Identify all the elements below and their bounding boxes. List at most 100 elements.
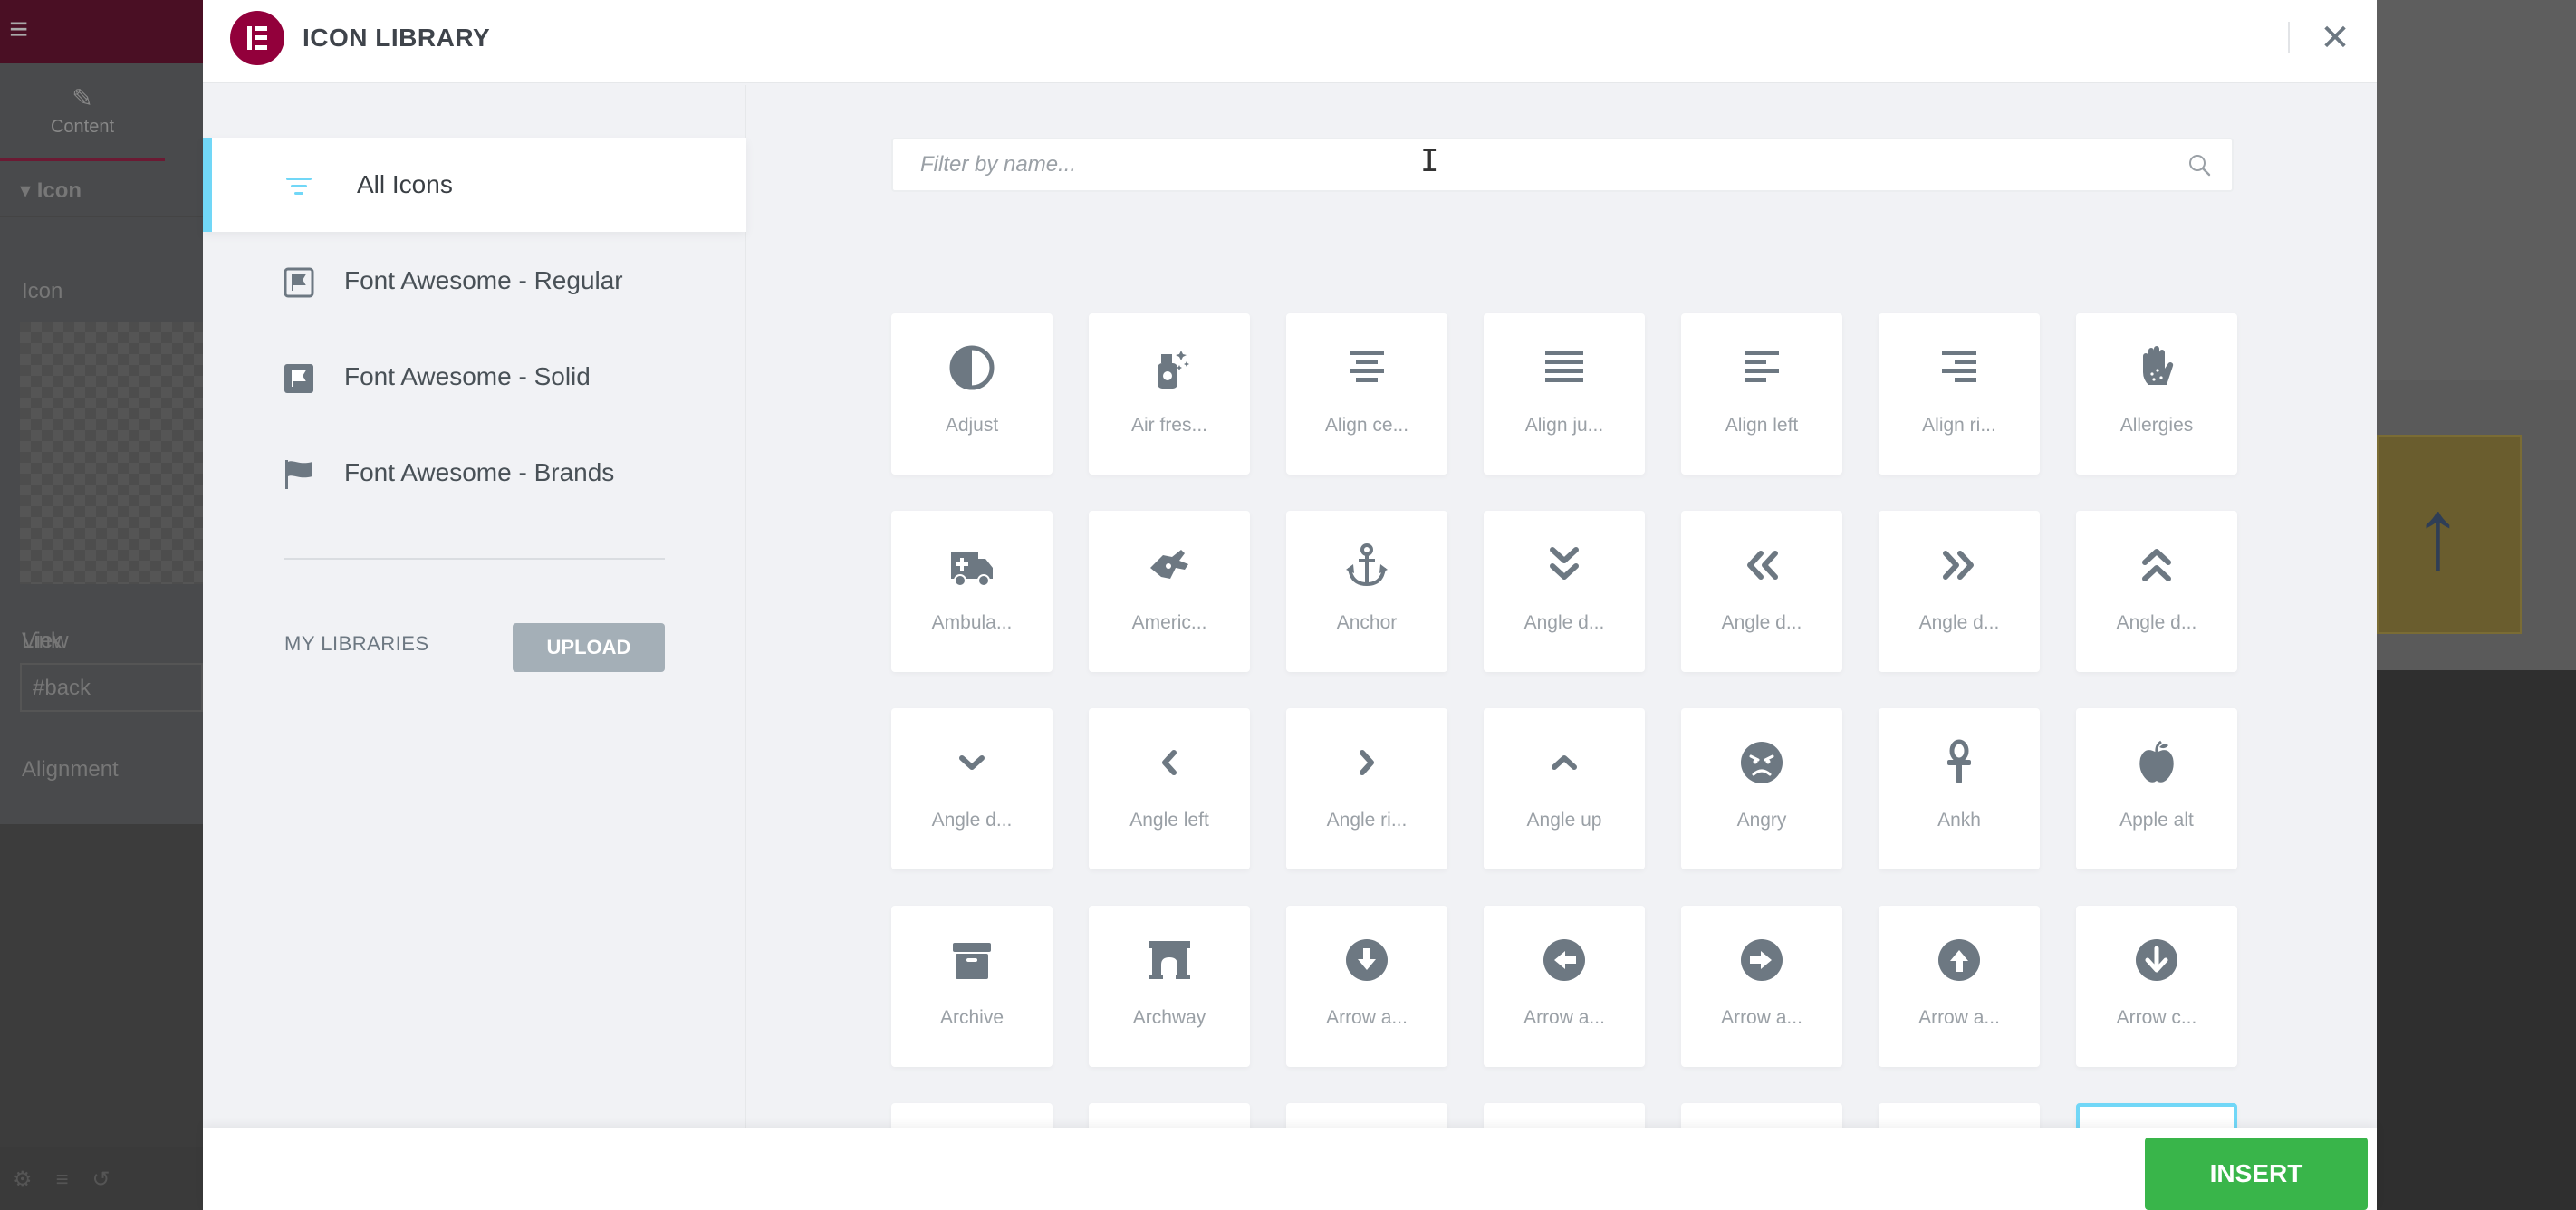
align-center-icon bbox=[1286, 341, 1447, 395]
icon-tile[interactable]: Angle up bbox=[1484, 708, 1645, 869]
icon-tile[interactable]: Adjust bbox=[891, 313, 1053, 475]
icon-tile[interactable]: Ankh bbox=[1879, 708, 2040, 869]
icon-tile[interactable]: Angle d... bbox=[1484, 511, 1645, 672]
icon-preview bbox=[20, 322, 203, 584]
search-box bbox=[891, 138, 2234, 192]
sidebar-divider bbox=[284, 558, 665, 560]
icon-tile[interactable] bbox=[1286, 1103, 1447, 1128]
icon-tile-label: Archway bbox=[1132, 1007, 1206, 1028]
icon-tile-label: Angle up bbox=[1526, 810, 1602, 831]
icon-tile[interactable]: Angle d... bbox=[891, 708, 1053, 869]
icon-tile[interactable]: Arrow a... bbox=[1681, 906, 1842, 1067]
icon-tile-label: Adjust bbox=[945, 415, 999, 436]
icon-tile-label: Angle left bbox=[1129, 810, 1209, 831]
field-alignment-label: Alignment bbox=[22, 757, 119, 782]
tab-font-awesome-regular[interactable]: Font Awesome - Regular bbox=[203, 234, 746, 328]
my-libraries-label: MY LIBRARIES bbox=[284, 632, 429, 655]
icon-tile[interactable] bbox=[891, 1103, 1053, 1128]
section-icon-title: ▾ Icon bbox=[0, 161, 203, 217]
icon-tile[interactable]: Apple alt bbox=[2076, 708, 2237, 869]
american-sign-language-icon bbox=[1089, 538, 1250, 592]
icon-tile-label: Angry bbox=[1736, 810, 1787, 831]
anchor-icon bbox=[1286, 538, 1447, 592]
icon-tile-label: Align left bbox=[1725, 415, 1799, 436]
icon-tile[interactable]: Angle ri... bbox=[1286, 708, 1447, 869]
icon-tile[interactable]: Arrow a... bbox=[1879, 906, 2040, 1067]
text-cursor-icon: I bbox=[1420, 143, 1439, 179]
icon-tile[interactable]: Arrow a... bbox=[1286, 906, 1447, 1067]
angle-double-up-icon bbox=[2076, 538, 2237, 592]
icon-tile-label: Ambula... bbox=[931, 612, 1013, 633]
icon-tile-label: Angle d... bbox=[2116, 612, 2197, 633]
preview-canvas: ↑ bbox=[2377, 0, 2576, 1210]
tab-font-awesome-regular-label: Font Awesome - Regular bbox=[344, 266, 623, 294]
icon-tile[interactable]: Americ... bbox=[1089, 511, 1250, 672]
icon-tile[interactable] bbox=[2076, 1103, 2237, 1128]
arrow-alt-circle-left-icon bbox=[1484, 933, 1645, 987]
apple-alt-icon bbox=[2076, 735, 2237, 790]
modal-footer: INSERT bbox=[203, 1128, 2377, 1210]
icon-tile-label: Angle d... bbox=[1523, 612, 1605, 633]
icon-tile-label: Angle d... bbox=[931, 810, 1013, 831]
section-title: Icon bbox=[36, 178, 82, 203]
icon-tile-label: Allergies bbox=[2119, 415, 2194, 436]
icon-tile[interactable]: Align left bbox=[1681, 313, 1842, 475]
icon-tile[interactable]: Angle d... bbox=[1681, 511, 1842, 672]
icon-tile-label: Align ju... bbox=[1524, 415, 1604, 436]
icon-tile-label: Angle ri... bbox=[1326, 810, 1408, 831]
icon-tile[interactable]: Air fres... bbox=[1089, 313, 1250, 475]
air-freshener-icon bbox=[1089, 341, 1250, 395]
icon-tile[interactable]: Anchor bbox=[1286, 511, 1447, 672]
icon-tile[interactable]: Angle d... bbox=[2076, 511, 2237, 672]
icon-tile[interactable]: Align ce... bbox=[1286, 313, 1447, 475]
adjust-icon bbox=[891, 341, 1053, 395]
field-icon-label: Icon bbox=[22, 279, 63, 303]
flag-solid-icon bbox=[284, 364, 313, 393]
icon-tile[interactable] bbox=[1879, 1103, 2040, 1128]
icon-tile-label: Angle d... bbox=[1721, 612, 1802, 633]
search-input[interactable] bbox=[893, 139, 2161, 190]
insert-button[interactable]: INSERT bbox=[2145, 1138, 2368, 1210]
filter-lines-icon bbox=[286, 178, 312, 195]
icon-tile[interactable]: Archive bbox=[891, 906, 1053, 1067]
field-link-label: Link bbox=[22, 629, 62, 653]
tab-content: ✎ Content bbox=[0, 63, 165, 161]
icon-library-content: I Adjust Air fres... Align ce... Align ju..… bbox=[748, 85, 2377, 1128]
elementor-logo-icon bbox=[230, 11, 284, 65]
editor-bottom-bar: ⚙≡↺ bbox=[0, 1147, 203, 1210]
icon-library-sidebar: All Icons Font Awesome - Regular Font Aw… bbox=[203, 85, 746, 1128]
icon-library-modal: ICON LIBRARY ✕ All Icons Font Awesome - … bbox=[203, 0, 2377, 1210]
icon-tile[interactable]: Allergies bbox=[2076, 313, 2237, 475]
icon-tile-label: Archive bbox=[939, 1007, 1004, 1028]
icon-tile[interactable]: Arrow a... bbox=[1484, 906, 1645, 1067]
icon-tile[interactable]: Ambula... bbox=[891, 511, 1053, 672]
tab-font-awesome-brands[interactable]: Font Awesome - Brands bbox=[203, 426, 746, 520]
preview-dark-section bbox=[2377, 670, 2576, 1210]
icon-tile-label: Align ri... bbox=[1922, 415, 1996, 436]
icon-tile[interactable]: Angle left bbox=[1089, 708, 1250, 869]
tab-all-icons[interactable]: All Icons bbox=[203, 138, 746, 232]
icon-tile[interactable]: Align ri... bbox=[1879, 313, 2040, 475]
icon-tile[interactable] bbox=[1089, 1103, 1250, 1128]
angle-right-icon bbox=[1286, 735, 1447, 790]
icon-tile-label: Ankh bbox=[1937, 810, 1981, 831]
icon-tile[interactable]: Arrow c... bbox=[2076, 906, 2237, 1067]
angle-up-icon bbox=[1484, 735, 1645, 790]
icon-tile[interactable] bbox=[1681, 1103, 1842, 1128]
icon-tile[interactable]: Angry bbox=[1681, 708, 1842, 869]
icon-tile[interactable]: Angle d... bbox=[1879, 511, 2040, 672]
icon-tile-label: Air fres... bbox=[1130, 415, 1207, 436]
angry-icon bbox=[1681, 735, 1842, 790]
icon-tile[interactable]: Archway bbox=[1089, 906, 1250, 1067]
icon-tile[interactable] bbox=[1484, 1103, 1645, 1128]
icon-tile-label: Americ... bbox=[1131, 612, 1207, 633]
angle-left-icon bbox=[1089, 735, 1250, 790]
header-divider bbox=[2288, 22, 2290, 53]
allergies-icon bbox=[2076, 341, 2237, 395]
tab-font-awesome-brands-label: Font Awesome - Brands bbox=[344, 458, 615, 486]
upload-button[interactable]: UPLOAD bbox=[513, 623, 665, 672]
close-icon[interactable]: ✕ bbox=[2313, 16, 2357, 60]
icon-tile[interactable]: Align ju... bbox=[1484, 313, 1645, 475]
tab-font-awesome-solid[interactable]: Font Awesome - Solid bbox=[203, 330, 746, 424]
align-justify-icon bbox=[1484, 341, 1645, 395]
